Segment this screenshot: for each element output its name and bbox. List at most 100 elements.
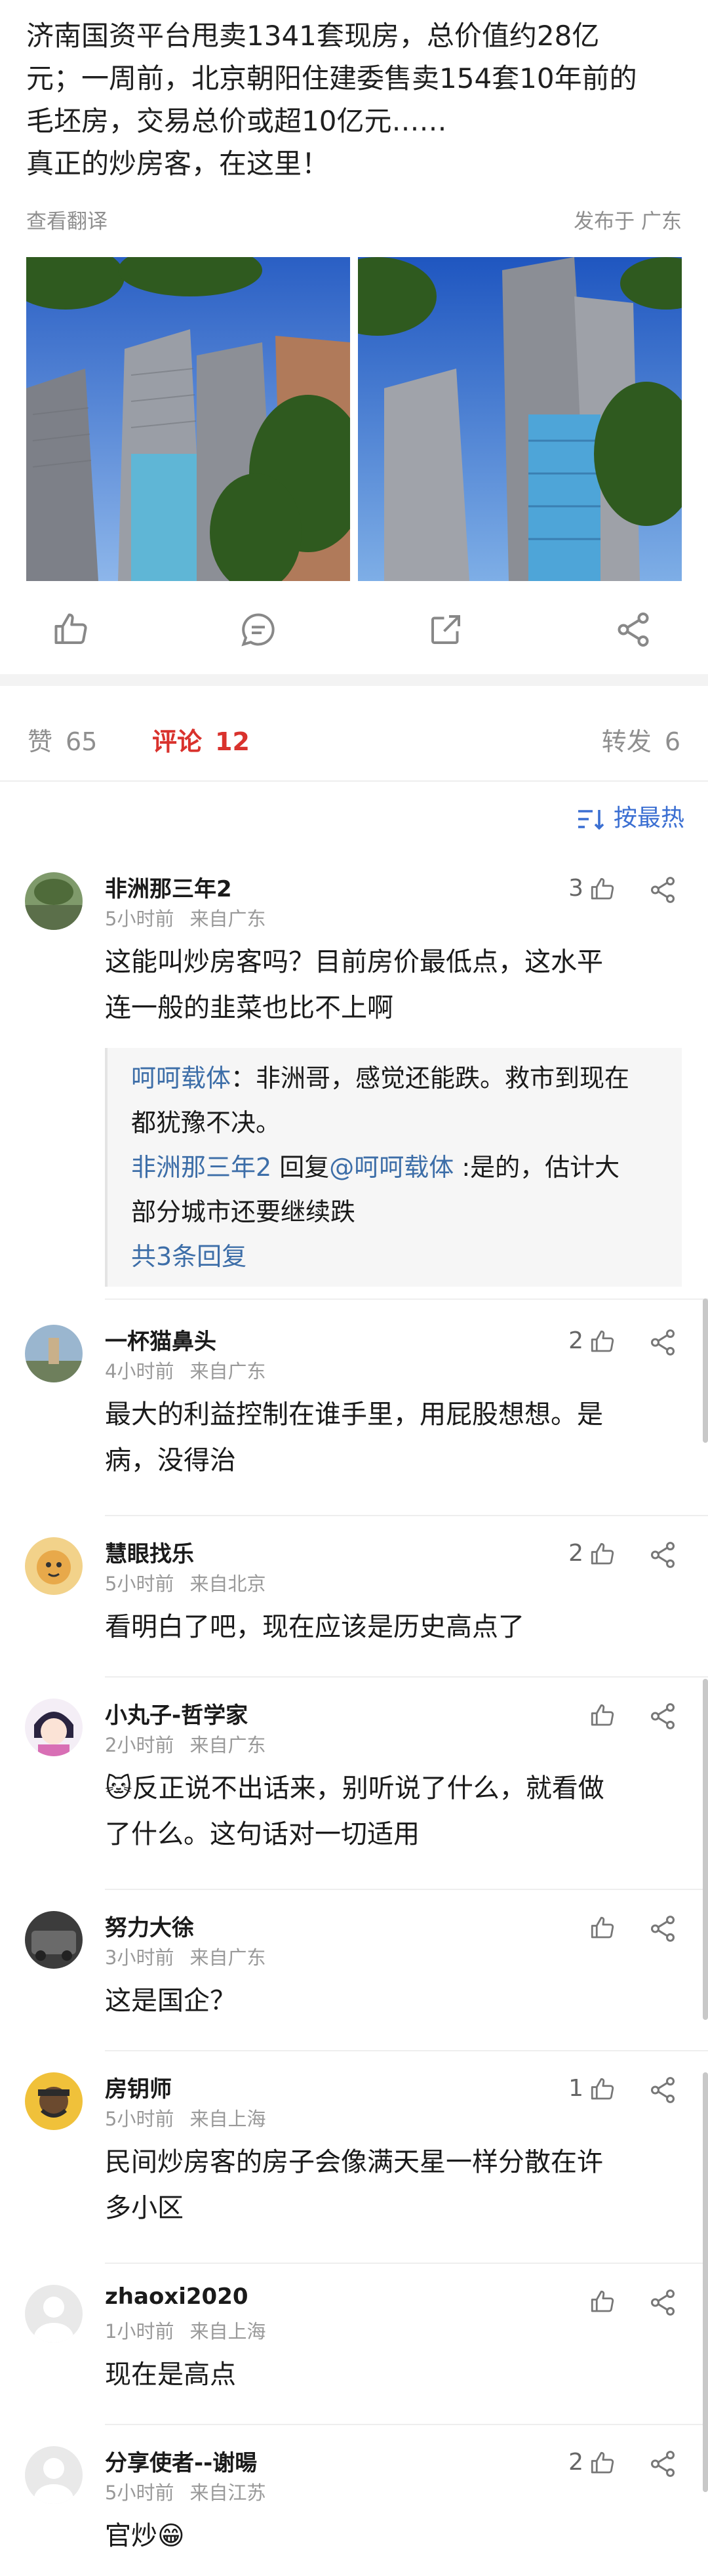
scrollbar[interactable] [703,1298,708,1443]
comment-time: 5小时前 [105,2108,174,2130]
comment-like-button[interactable]: 3 [568,875,616,908]
reply-text: ：非洲哥，感觉还能跌。救市到现在 [231,1064,630,1093]
comment-time: 4小时前 [105,1360,174,1382]
post-photo-2[interactable] [358,257,682,581]
post-body: 济南国资平台甩卖1341套现房，总价值约28亿 元；一周前，北京朝阳住建委售卖1… [26,14,688,185]
share-icon [650,2077,675,2103]
comment-share-button[interactable] [648,1914,679,1945]
avatar[interactable] [25,2285,83,2343]
comment-share-button[interactable] [648,2075,679,2106]
comment-line: 这是国企？ [105,1986,236,2016]
divider [0,780,708,782]
reply-username[interactable]: 非洲那三年2 [131,1153,271,1182]
post-photo-1[interactable] [26,257,350,581]
share-icon [650,2289,675,2316]
avatar[interactable] [25,1911,83,1969]
comment-share-button[interactable] [648,1327,679,1359]
share-icon [650,2451,675,2477]
comment-text: 现在是高点 [105,2352,682,2398]
post-line: 济南国资平台甩卖1341套现房，总价值约28亿 [26,20,600,52]
comment-like-button[interactable]: 2 [568,1327,616,1360]
comment-divider [105,2424,708,2425]
avatar[interactable] [25,1537,83,1595]
comment-button[interactable] [239,610,278,649]
comment-line: 🐱反正说不出话来，别听说了什么，就看做 [105,1773,604,1803]
like-count: 2 [568,1327,583,1354]
repost-icon [431,615,460,644]
comment-location: 来自广东 [189,1734,266,1756]
comment-icon [241,613,275,647]
comment-line: 多小区 [105,2193,184,2223]
share-icon [650,877,675,903]
tab-likes-count: 65 [66,727,98,756]
comment-location: 来自北京 [189,1573,266,1595]
share-button[interactable] [614,610,653,649]
username[interactable]: 一杯猫鼻头 [105,1323,216,1356]
tab-reposts[interactable]: 转发 6 [602,721,680,757]
comment-like-button[interactable] [583,1914,616,1946]
reply-line: 都犹豫不决。 [131,1108,281,1137]
share-icon [650,1916,675,1942]
avatar[interactable] [25,872,83,930]
comment-line: 病，没得治 [105,1445,236,1476]
comment-like-button[interactable]: 2 [568,2449,616,2482]
tab-likes[interactable]: 赞 65 [28,721,97,757]
thumb-up-icon [591,1330,614,1352]
reply-verb: 回复 [271,1153,330,1182]
comment-share-button[interactable] [648,2287,679,2319]
thumb-up-icon [591,877,614,900]
scrollbar[interactable] [703,2072,708,2492]
reply-preview[interactable]: 呵呵载体：非洲哥，感觉还能跌。救市到现在 都犹豫不决。 非洲那三年2 回复@呵呵… [105,1048,682,1287]
section-gap [0,674,708,686]
tab-comments[interactable]: 评论 12 [152,721,250,757]
username[interactable]: 分享使者--谢暘 [105,2445,257,2477]
comment-location: 来自广东 [189,1360,266,1382]
sort-toggle[interactable]: 按最热 [577,799,684,832]
tab-likes-label: 赞 [28,727,53,756]
avatar[interactable] [25,2446,83,2504]
username[interactable]: 努力大徐 [105,1910,194,1942]
post-line: 元；一周前，北京朝阳住建委售卖154套10年前的 [26,62,637,94]
username[interactable]: 房钥师 [105,2071,172,2103]
reply-username[interactable]: 呵呵载体 [131,1064,231,1093]
comment-share-button[interactable] [648,1701,679,1733]
comment-like-button[interactable] [583,1701,616,1734]
avatar[interactable] [25,1325,83,1382]
username[interactable]: 非洲那三年2 [105,871,232,903]
comment-location: 来自江苏 [189,2482,266,2504]
username[interactable]: zhaoxi2020 [105,2284,248,2310]
reply-line: 呵呵载体：非洲哥，感觉还能跌。救市到现在 [131,1056,682,1100]
comment-share-button[interactable] [648,2449,679,2480]
repost-button[interactable] [426,610,465,649]
comment-line: 现在是高点 [105,2360,236,2390]
reply-mention[interactable]: @呵呵载体 [329,1153,454,1182]
thumb-up-icon [591,2451,614,2474]
comment-meta: 5小时前 来自上海 [105,2104,266,2131]
avatar[interactable] [25,1699,83,1756]
tab-reposts-label: 转发 [601,727,652,756]
comment-share-button[interactable] [648,875,679,906]
share-icon [618,613,649,647]
more-replies-link[interactable]: 共3条回复 [131,1234,682,1279]
like-button[interactable] [51,610,90,649]
comment-meta: 3小时前 来自广东 [105,1942,266,1970]
comment-line: 这能叫炒房客吗？目前房价最低点，这水平 [105,947,603,977]
like-count: 2 [568,2449,583,2476]
comment-time: 2小时前 [105,1734,174,1756]
translate-link[interactable]: 查看翻译 [26,205,108,234]
share-icon [650,1329,675,1356]
comment-like-button[interactable]: 1 [568,2075,616,2108]
comment-divider [105,1889,708,1890]
comment-line: 官炒😁 [105,2521,185,2551]
like-count: 2 [568,1540,583,1567]
thumb-up-icon [54,613,87,644]
scrollbar[interactable] [703,1679,708,2020]
published-location: 发布于 广东 [574,210,682,233]
avatar[interactable] [25,2072,83,2130]
username[interactable]: 慧眼找乐 [105,1536,194,1568]
comment-share-button[interactable] [648,1540,679,1571]
reply-line: 部分城市还要继续跌 [131,1197,356,1226]
comment-like-button[interactable] [583,2287,616,2320]
comment-like-button[interactable]: 2 [568,1540,616,1573]
username[interactable]: 小丸子-哲学家 [105,1697,248,1729]
